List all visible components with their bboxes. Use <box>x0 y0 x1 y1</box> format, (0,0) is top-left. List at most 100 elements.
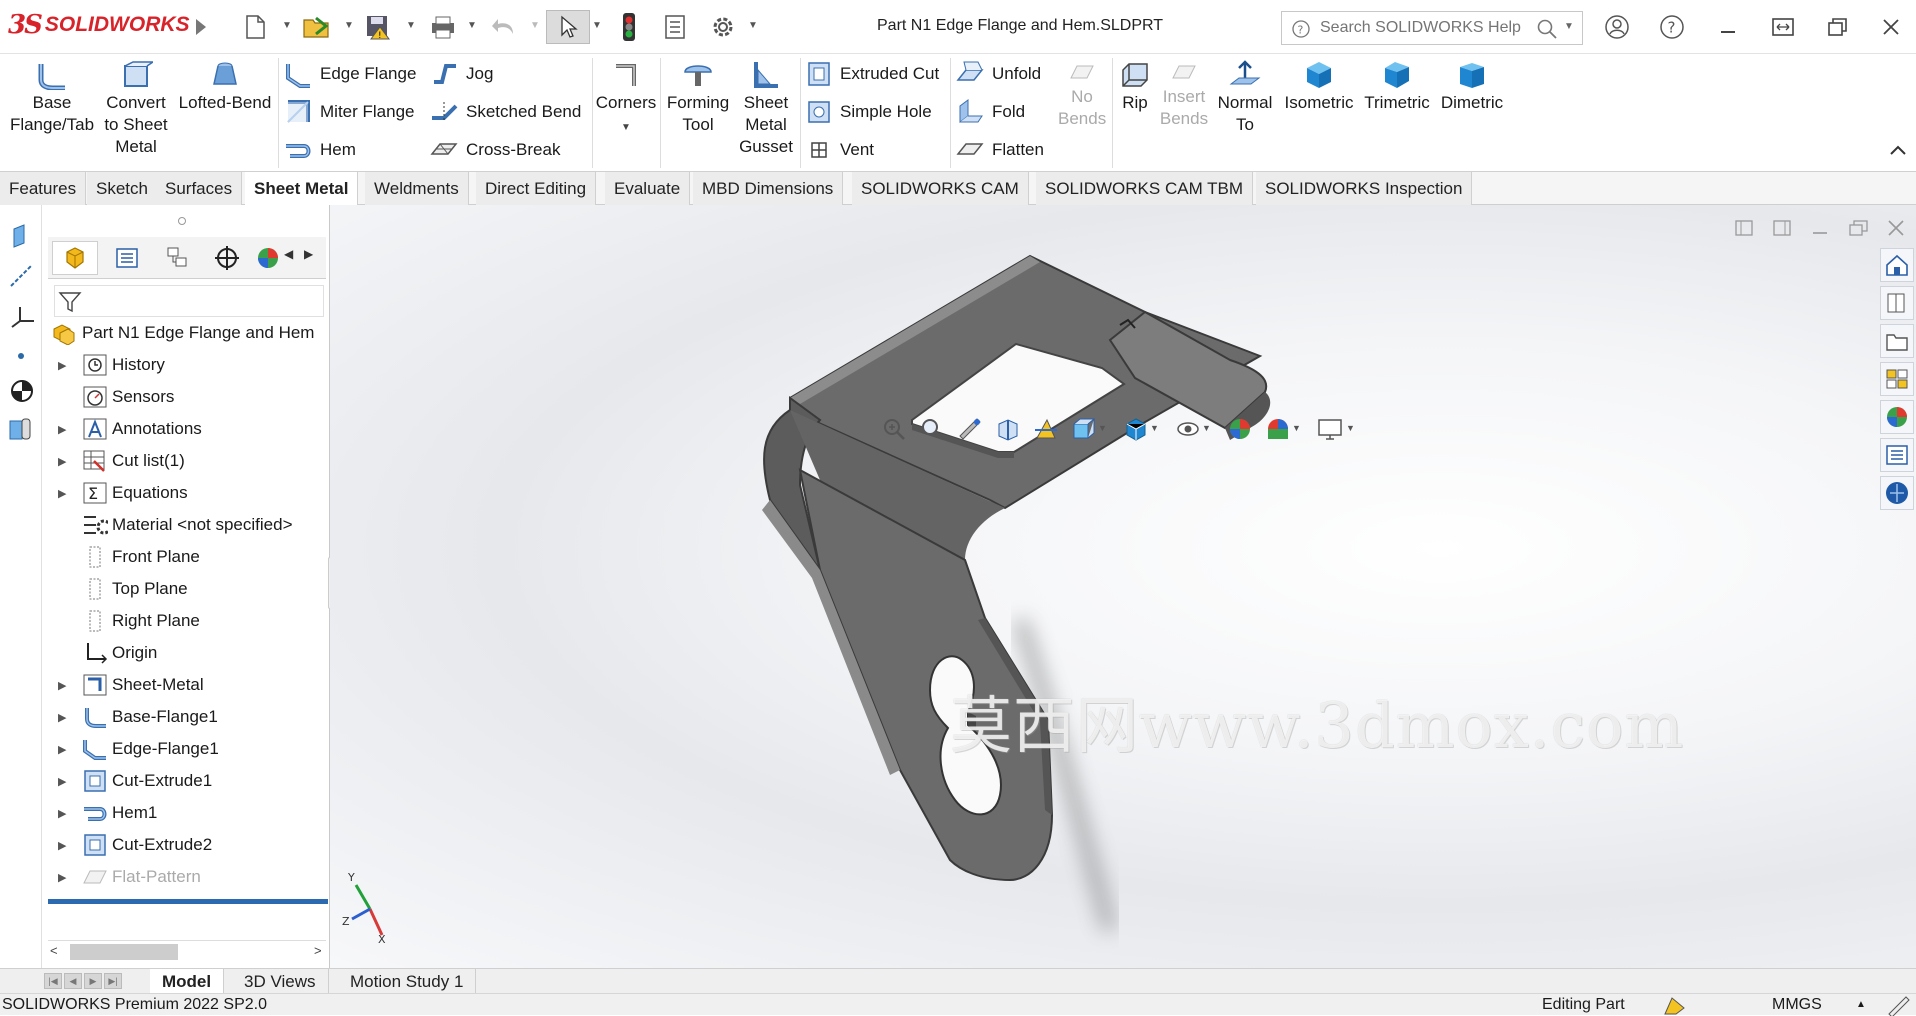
previous-view-icon[interactable] <box>956 415 984 443</box>
tree-item-cut-list-1[interactable]: ▶ Cut list(1) <box>48 445 328 477</box>
solidworks-resources-icon[interactable] <box>1880 248 1914 282</box>
tab-motion-study-1[interactable]: Motion Study 1 <box>338 969 477 994</box>
tree-item-sheet-metal[interactable]: ▶ Sheet-Metal <box>48 669 328 701</box>
zoom-to-fit-icon[interactable] <box>880 415 908 443</box>
select-dropdown-icon[interactable]: ▼ <box>592 20 602 31</box>
rip-button[interactable]: Rip <box>1116 60 1154 114</box>
trimetric-button[interactable]: Trimetric <box>1360 60 1434 114</box>
search-dropdown-icon[interactable]: ▼ <box>1564 21 1574 32</box>
hide-show-items-icon[interactable] <box>1174 415 1202 443</box>
search-icon[interactable] <box>1536 18 1558 40</box>
panel-grip-icon[interactable] <box>178 217 186 225</box>
scroll-right-icon[interactable]: > <box>314 943 322 958</box>
dynamic-annotation-icon[interactable] <box>1032 415 1060 443</box>
view-orientation-icon[interactable] <box>1070 415 1098 443</box>
zoom-to-area-icon[interactable] <box>918 415 946 443</box>
tree-item-base-flange1[interactable]: ▶ Base-Flange1 <box>48 701 328 733</box>
viewport-close-icon[interactable] <box>1886 219 1906 237</box>
file-properties-icon[interactable] <box>660 10 690 44</box>
close-icon[interactable] <box>1874 10 1908 44</box>
options-gear-icon[interactable] <box>707 10 739 44</box>
help-icon[interactable]: ? <box>1655 10 1689 44</box>
point-icon[interactable] <box>8 343 34 369</box>
unfold-button[interactable]: Unfold <box>956 58 1041 90</box>
tab-mbd-dimensions[interactable]: MBD Dimensions <box>693 172 844 205</box>
mate-reference-icon[interactable] <box>6 415 36 443</box>
tab-surfaces[interactable]: Surfaces <box>156 172 243 205</box>
viewport-minimize-icon[interactable] <box>1810 219 1830 237</box>
custom-properties-icon[interactable] <box>1880 438 1914 472</box>
undo-icon[interactable] <box>489 10 519 44</box>
tab-features[interactable]: Features <box>0 172 87 205</box>
tree-item-annotations[interactable]: ▶ Annotations <box>48 413 328 445</box>
tab-3d-views[interactable]: 3D Views <box>232 969 329 994</box>
base-flange-button[interactable]: Base Flange/Tab <box>6 60 98 136</box>
viewport-tile-left-icon[interactable] <box>1734 219 1754 237</box>
tree-item-flat-pattern[interactable]: ▶ Flat-Pattern <box>48 861 328 893</box>
tree-item-edge-flange1[interactable]: ▶ Edge-Flange1 <box>48 733 328 765</box>
tabs-scroll-right-icon[interactable]: ▶ <box>304 247 313 261</box>
save-dropdown-icon[interactable]: ▼ <box>406 20 416 31</box>
corners-button[interactable]: Corners ▼ <box>594 60 658 139</box>
expand-menu-icon[interactable] <box>188 10 214 44</box>
options-dropdown-icon[interactable]: ▼ <box>748 20 758 31</box>
first-tab-icon[interactable]: |◀ <box>44 973 62 989</box>
print-icon[interactable] <box>427 10 459 44</box>
center-of-mass-icon[interactable] <box>8 377 36 405</box>
tree-root-part[interactable]: Part N1 Edge Flange and Hem <box>48 317 328 349</box>
dimetric-button[interactable]: Dimetric <box>1436 60 1508 114</box>
select-icon[interactable] <box>546 10 590 44</box>
tree-item-equations[interactable]: ▶ Σ Equations <box>48 477 328 509</box>
expand-arrow-icon[interactable]: ▶ <box>58 455 66 468</box>
expand-arrow-icon[interactable]: ▶ <box>58 711 66 724</box>
expand-arrow-icon[interactable]: ▶ <box>58 359 66 372</box>
apply-scene-icon[interactable] <box>1264 415 1292 443</box>
tree-item-sensors[interactable]: Sensors <box>48 381 328 413</box>
viewport-tile-right-icon[interactable] <box>1772 219 1792 237</box>
expand-arrow-icon[interactable]: ▶ <box>58 775 66 788</box>
plane-view-icon[interactable] <box>8 223 34 249</box>
status-units[interactable]: MMGS <box>1772 994 1822 1016</box>
design-library-icon[interactable] <box>1880 286 1914 320</box>
sheet-metal-part-model[interactable] <box>330 205 1916 968</box>
lofted-bend-button[interactable]: Lofted-Bend <box>174 60 276 114</box>
hide-show-dropdown-icon[interactable]: ▼ <box>1202 423 1211 433</box>
section-view-icon[interactable] <box>994 415 1022 443</box>
account-icon[interactable] <box>1600 10 1634 44</box>
configuration-manager-tab-icon[interactable] <box>154 241 200 275</box>
sketched-bend-button[interactable]: Sketched Bend <box>430 96 581 128</box>
tree-item-right-plane[interactable]: Right Plane <box>48 605 328 637</box>
new-document-icon[interactable] <box>240 10 270 44</box>
rebuild-status-icon[interactable] <box>1662 994 1692 1016</box>
file-explorer-icon[interactable] <box>1880 324 1914 358</box>
corners-dropdown-icon[interactable]: ▼ <box>621 122 631 133</box>
tree-item-front-plane[interactable]: Front Plane <box>48 541 328 573</box>
fold-button[interactable]: Fold <box>956 96 1025 128</box>
tree-item-cut-extrude2[interactable]: ▶ Cut-Extrude2 <box>48 829 328 861</box>
tabs-scroll-left-icon[interactable]: ◀ <box>284 247 293 261</box>
viewport-restore-icon[interactable] <box>1848 219 1870 237</box>
tab-solidworks-cam[interactable]: SOLIDWORKS CAM <box>852 172 1029 205</box>
vent-button[interactable]: Vent <box>806 134 874 166</box>
minimize-icon[interactable] <box>1711 10 1745 44</box>
appearances-scenes-icon[interactable] <box>1880 400 1914 434</box>
undo-dropdown-icon[interactable]: ▼ <box>530 20 540 31</box>
view-palette-icon[interactable] <box>1880 362 1914 396</box>
expand-arrow-icon[interactable]: ▶ <box>58 679 66 692</box>
expand-arrow-icon[interactable]: ▶ <box>58 423 66 436</box>
expand-arrow-icon[interactable]: ▶ <box>58 487 66 500</box>
property-manager-tab-icon[interactable] <box>104 241 150 275</box>
expand-arrow-icon[interactable]: ▶ <box>58 871 66 884</box>
apply-scene-dropdown-icon[interactable]: ▼ <box>1292 423 1301 433</box>
hem-button[interactable]: Hem <box>284 134 356 166</box>
no-bends-button[interactable]: No Bends <box>1058 60 1106 130</box>
new-dropdown-icon[interactable]: ▼ <box>282 20 292 31</box>
expand-arrow-icon[interactable]: ▶ <box>58 839 66 852</box>
simple-hole-button[interactable]: Simple Hole <box>806 96 932 128</box>
edge-flange-button[interactable]: Edge Flange <box>284 58 416 90</box>
open-icon[interactable] <box>300 10 334 44</box>
view-settings-icon[interactable] <box>1316 415 1344 443</box>
flatten-button[interactable]: Flatten <box>956 134 1044 166</box>
display-style-icon[interactable] <box>1122 415 1150 443</box>
solidworks-forum-icon[interactable] <box>1880 476 1914 510</box>
